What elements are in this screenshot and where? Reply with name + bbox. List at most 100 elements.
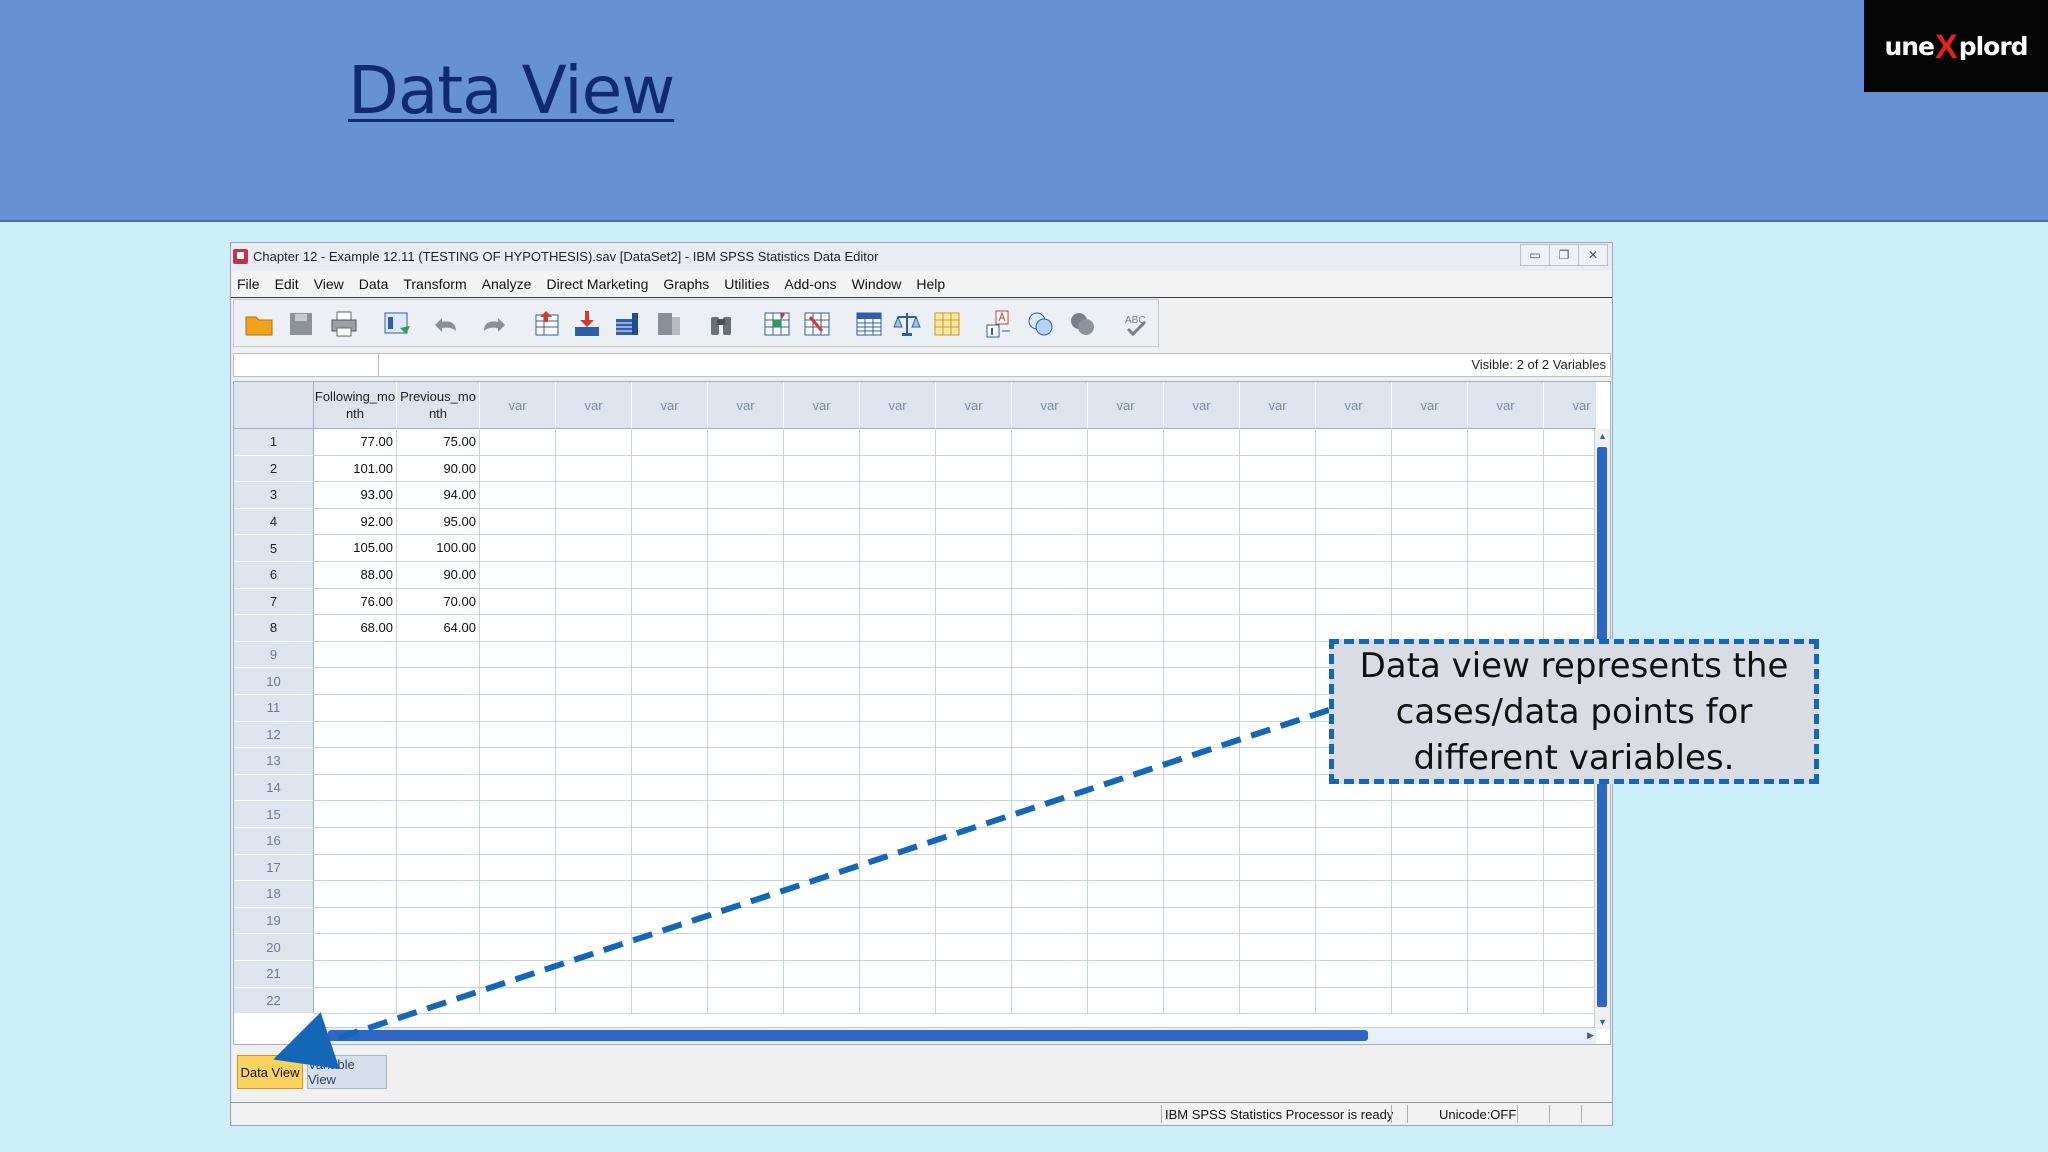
- data-cell[interactable]: [1240, 562, 1316, 589]
- insert-cases-icon[interactable]: [762, 309, 792, 339]
- data-cell[interactable]: [708, 934, 784, 961]
- data-cell[interactable]: [1240, 535, 1316, 562]
- data-cell[interactable]: [860, 508, 936, 536]
- data-cell[interactable]: [480, 987, 556, 1015]
- data-cell[interactable]: [480, 881, 556, 908]
- column-header-var[interactable]: var: [784, 382, 860, 429]
- row-header[interactable]: 5: [234, 535, 314, 562]
- insert-variable-icon[interactable]: [802, 309, 832, 339]
- data-cell[interactable]: [1316, 934, 1392, 961]
- data-cell[interactable]: [1316, 482, 1392, 509]
- scroll-down-icon[interactable]: ▼: [1598, 1017, 1607, 1027]
- data-cell[interactable]: [860, 615, 936, 642]
- close-button[interactable]: ✕: [1578, 244, 1608, 266]
- data-cell[interactable]: [556, 562, 632, 589]
- data-cell[interactable]: [632, 562, 708, 589]
- data-cell[interactable]: [1392, 881, 1468, 908]
- data-cell[interactable]: [784, 801, 860, 828]
- column-header-var[interactable]: var: [860, 382, 936, 429]
- data-cell[interactable]: [860, 535, 936, 562]
- column-header-var[interactable]: var: [1164, 382, 1240, 429]
- data-cell[interactable]: [1164, 987, 1240, 1015]
- data-cell[interactable]: [1544, 615, 1596, 642]
- data-cell[interactable]: [1240, 695, 1316, 722]
- data-cell[interactable]: [1164, 748, 1240, 775]
- weight-cases-icon[interactable]: [892, 309, 922, 339]
- data-cell[interactable]: [1240, 854, 1316, 882]
- data-cell[interactable]: [784, 535, 860, 562]
- data-cell[interactable]: [1392, 615, 1468, 642]
- data-cell[interactable]: [936, 668, 1012, 695]
- data-cell[interactable]: [1316, 854, 1392, 882]
- data-cell[interactable]: [784, 482, 860, 509]
- data-cell[interactable]: [784, 774, 860, 802]
- menu-window[interactable]: Window: [852, 276, 902, 292]
- data-cell[interactable]: [1164, 721, 1240, 749]
- data-cell[interactable]: [314, 907, 397, 935]
- data-cell[interactable]: [1468, 429, 1544, 456]
- data-cell[interactable]: [480, 535, 556, 562]
- data-cell[interactable]: [314, 854, 397, 882]
- data-cell[interactable]: [784, 721, 860, 749]
- data-cell[interactable]: [556, 455, 632, 483]
- data-cell[interactable]: 76.00: [314, 588, 397, 616]
- data-cell[interactable]: 77.00: [314, 429, 397, 456]
- data-cell[interactable]: [397, 828, 480, 855]
- data-cell[interactable]: [556, 881, 632, 908]
- data-cell[interactable]: [708, 535, 784, 562]
- select-cases-icon[interactable]: [932, 309, 962, 339]
- row-header[interactable]: 19: [234, 907, 314, 935]
- data-cell[interactable]: [1240, 615, 1316, 642]
- data-cell[interactable]: [936, 987, 1012, 1015]
- column-header-var[interactable]: var: [708, 382, 784, 429]
- data-cell[interactable]: 70.00: [397, 588, 480, 616]
- column-header-var[interactable]: var: [1468, 382, 1544, 429]
- data-cell[interactable]: [397, 801, 480, 828]
- data-cell[interactable]: [397, 881, 480, 908]
- data-cell[interactable]: [556, 508, 632, 536]
- data-cell[interactable]: [860, 748, 936, 775]
- data-cell[interactable]: [860, 828, 936, 855]
- data-cell[interactable]: [314, 748, 397, 775]
- data-cell[interactable]: [480, 588, 556, 616]
- data-cell[interactable]: [1468, 535, 1544, 562]
- column-header-var[interactable]: var: [556, 382, 632, 429]
- data-cell[interactable]: [632, 774, 708, 802]
- row-header[interactable]: 11: [234, 695, 314, 722]
- data-cell[interactable]: [632, 455, 708, 483]
- data-cell[interactable]: [1088, 668, 1164, 695]
- data-cell[interactable]: [556, 668, 632, 695]
- data-cell[interactable]: [1164, 907, 1240, 935]
- data-cell[interactable]: [556, 854, 632, 882]
- data-cell[interactable]: [1012, 987, 1088, 1015]
- data-cell[interactable]: [936, 881, 1012, 908]
- data-cell[interactable]: [397, 774, 480, 802]
- data-cell[interactable]: [632, 535, 708, 562]
- data-cell[interactable]: [1240, 907, 1316, 935]
- data-cell[interactable]: [784, 907, 860, 935]
- data-cell[interactable]: [1088, 854, 1164, 882]
- data-cell[interactable]: [556, 774, 632, 802]
- data-cell[interactable]: [1240, 774, 1316, 802]
- data-cell[interactable]: [1012, 828, 1088, 855]
- data-cell[interactable]: [1240, 987, 1316, 1015]
- data-cell[interactable]: [860, 668, 936, 695]
- data-cell[interactable]: [1164, 961, 1240, 988]
- data-cell[interactable]: [1544, 934, 1596, 961]
- column-header-var[interactable]: var: [1088, 382, 1164, 429]
- data-cell[interactable]: [1392, 987, 1468, 1015]
- data-cell[interactable]: [556, 934, 632, 961]
- column-header-var[interactable]: var: [1316, 382, 1392, 429]
- data-cell[interactable]: [1392, 854, 1468, 882]
- data-cell[interactable]: [632, 668, 708, 695]
- data-cell[interactable]: [860, 721, 936, 749]
- data-cell[interactable]: [1012, 562, 1088, 589]
- data-cell[interactable]: [397, 987, 480, 1015]
- data-cell[interactable]: [1012, 854, 1088, 882]
- data-cell[interactable]: 68.00: [314, 615, 397, 642]
- data-cell[interactable]: [1316, 801, 1392, 828]
- data-cell[interactable]: [397, 695, 480, 722]
- grid-corner[interactable]: [234, 382, 314, 429]
- data-cell[interactable]: [314, 695, 397, 722]
- data-cell[interactable]: [936, 588, 1012, 616]
